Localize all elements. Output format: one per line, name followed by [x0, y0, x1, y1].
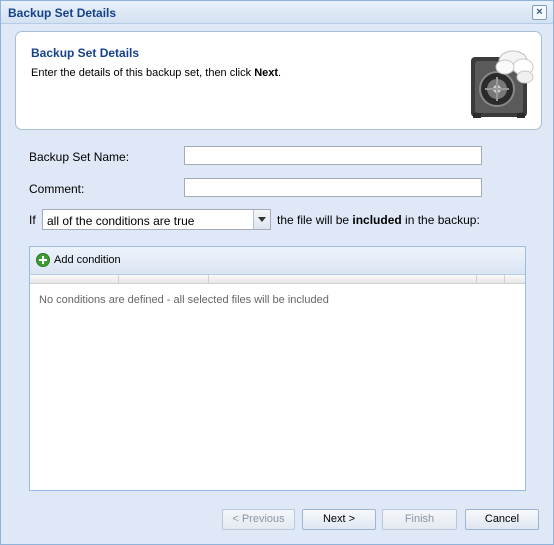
- sentence-prefix: the file will be: [277, 213, 353, 227]
- dialog-window: Backup Set Details × Backup Set Details …: [0, 0, 554, 545]
- column-separator[interactable]: [208, 275, 209, 283]
- previous-button[interactable]: < Previous: [222, 509, 295, 530]
- backup-set-name-input[interactable]: [184, 146, 482, 165]
- condition-mode-dropdown[interactable]: all of the conditions are true: [42, 209, 271, 230]
- empty-grid-message: No conditions are defined - all selected…: [39, 294, 329, 306]
- header-title: Backup Set Details: [31, 46, 140, 60]
- backup-set-name-label: Backup Set Name:: [29, 150, 130, 164]
- condition-mode-value: all of the conditions are true: [47, 214, 195, 228]
- header-desc-suffix: .: [278, 67, 282, 79]
- if-label: If: [29, 213, 36, 227]
- header-desc-prefix: Enter the details of this backup set, th…: [31, 67, 255, 79]
- header-panel: Backup Set Details Enter the details of …: [15, 31, 542, 130]
- conditions-grid: Add condition No conditions are defined …: [29, 246, 526, 491]
- column-separator[interactable]: [476, 275, 477, 283]
- dropdown-trigger[interactable]: [253, 210, 270, 229]
- chevron-down-icon: [258, 217, 266, 222]
- window-title: Backup Set Details: [8, 6, 117, 20]
- sentence-suffix: in the backup:: [401, 213, 480, 227]
- grid-column-header: [30, 275, 525, 284]
- add-condition-label: Add condition: [54, 254, 121, 266]
- column-separator[interactable]: [504, 275, 505, 283]
- next-button[interactable]: Next >: [302, 509, 376, 530]
- title-bar: Backup Set Details ×: [1, 1, 553, 24]
- column-separator[interactable]: [118, 275, 119, 283]
- header-desc-bold: Next: [254, 67, 279, 79]
- grid-toolbar: Add condition: [30, 247, 525, 275]
- sentence-bold: included: [352, 213, 402, 227]
- condition-sentence: the file will be included in the backup:: [277, 213, 480, 227]
- cancel-button[interactable]: Cancel: [465, 509, 539, 530]
- finish-button[interactable]: Finish: [382, 509, 457, 530]
- safe-cloud-icon: [471, 50, 534, 118]
- header-description: Enter the details of this backup set, th…: [31, 67, 281, 79]
- close-icon[interactable]: ×: [532, 5, 547, 20]
- plus-circle-icon: [36, 253, 50, 267]
- comment-label: Comment:: [29, 182, 85, 196]
- comment-input[interactable]: [184, 178, 482, 197]
